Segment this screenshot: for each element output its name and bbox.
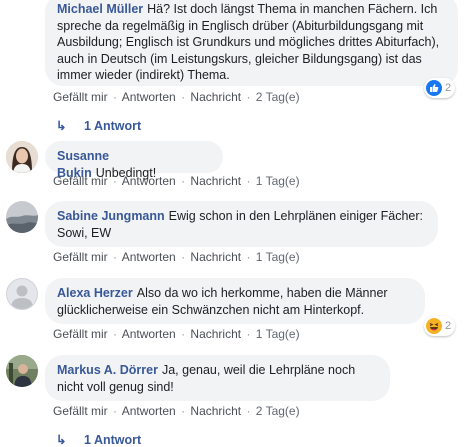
comment-timestamp[interactable]: 1 Tag(e) (256, 327, 300, 341)
haha-icon (426, 318, 442, 334)
separator: · (113, 404, 118, 418)
message-link[interactable]: Nachricht (190, 404, 241, 418)
avatar[interactable] (6, 141, 38, 173)
separator: · (246, 250, 251, 264)
separator: · (246, 404, 251, 418)
separator: · (181, 90, 186, 104)
separator: · (181, 327, 186, 341)
comment-timestamp[interactable]: 1 Tag(e) (256, 250, 300, 264)
separator: · (113, 250, 118, 264)
separator: · (181, 250, 186, 264)
like-link[interactable]: Gefällt mir (53, 250, 108, 264)
reply-link[interactable]: Antworten (122, 250, 176, 264)
reply-link[interactable]: Antworten (122, 404, 176, 418)
comment-actions: Gefällt mir · Antworten · Nachricht · 2 … (53, 404, 300, 418)
reaction-summary[interactable]: 2 (424, 316, 456, 336)
separator: · (246, 174, 251, 188)
message-link[interactable]: Nachricht (190, 90, 241, 104)
like-link[interactable]: Gefällt mir (53, 90, 108, 104)
comment-actions: Gefällt mir · Antworten · Nachricht · 2 … (53, 90, 300, 104)
separator: · (181, 404, 186, 418)
comment-author[interactable]: Markus A. Dörrer (57, 363, 158, 377)
comment-bubble: Markus A. Dörrer Ja, genau, weil die Lehr… (45, 355, 390, 401)
comment-author[interactable]: Michael Müller (57, 2, 143, 16)
separator: · (113, 90, 118, 104)
message-link[interactable]: Nachricht (190, 250, 241, 264)
reply-link[interactable]: Antworten (122, 327, 176, 341)
view-replies-link[interactable]: ↳ 1 Antwort (56, 118, 141, 133)
replies-count: 1 Antwort (84, 119, 142, 133)
reply-arrow-icon: ↳ (56, 119, 67, 133)
reaction-count: 2 (445, 320, 452, 332)
comment-bubble: Michael Müller Hä? Ist doch längst Thema … (45, 0, 458, 86)
reply-link[interactable]: Antworten (122, 174, 176, 188)
separator: · (246, 327, 251, 341)
comment-author[interactable]: Alexa Herzer (57, 286, 133, 300)
like-icon (426, 80, 442, 96)
comment-bubble: Susanne Bukin Unbedingt! (45, 141, 223, 180)
reaction-summary[interactable]: 2 (424, 78, 456, 98)
message-link[interactable]: Nachricht (190, 327, 241, 341)
comment-bubble: Alexa Herzer Also da wo ich herkomme, hab… (45, 278, 425, 324)
avatar[interactable] (6, 278, 38, 310)
comment-timestamp[interactable]: 2 Tag(e) (256, 90, 300, 104)
like-link[interactable]: Gefällt mir (53, 404, 108, 418)
comment-author[interactable]: Sabine Jungmann (57, 209, 165, 223)
like-link[interactable]: Gefällt mir (53, 174, 108, 188)
separator: · (113, 174, 118, 188)
comment-timestamp[interactable]: 1 Tag(e) (256, 174, 300, 188)
avatar[interactable] (6, 201, 38, 233)
separator: · (113, 327, 118, 341)
message-link[interactable]: Nachricht (190, 174, 241, 188)
reply-link[interactable]: Antworten (122, 90, 176, 104)
comment-bubble: Sabine Jungmann Ewig schon in den Lehrplä… (45, 201, 438, 247)
separator: · (181, 174, 186, 188)
comment-timestamp[interactable]: 2 Tag(e) (256, 404, 300, 418)
separator: · (246, 90, 251, 104)
avatar[interactable] (6, 355, 38, 387)
like-link[interactable]: Gefällt mir (53, 327, 108, 341)
reaction-count: 2 (445, 82, 452, 94)
comment-actions: Gefällt mir · Antworten · Nachricht · 1 … (53, 174, 300, 188)
comment-actions: Gefällt mir · Antworten · Nachricht · 1 … (53, 327, 300, 341)
comment-actions: Gefällt mir · Antworten · Nachricht · 1 … (53, 250, 300, 264)
